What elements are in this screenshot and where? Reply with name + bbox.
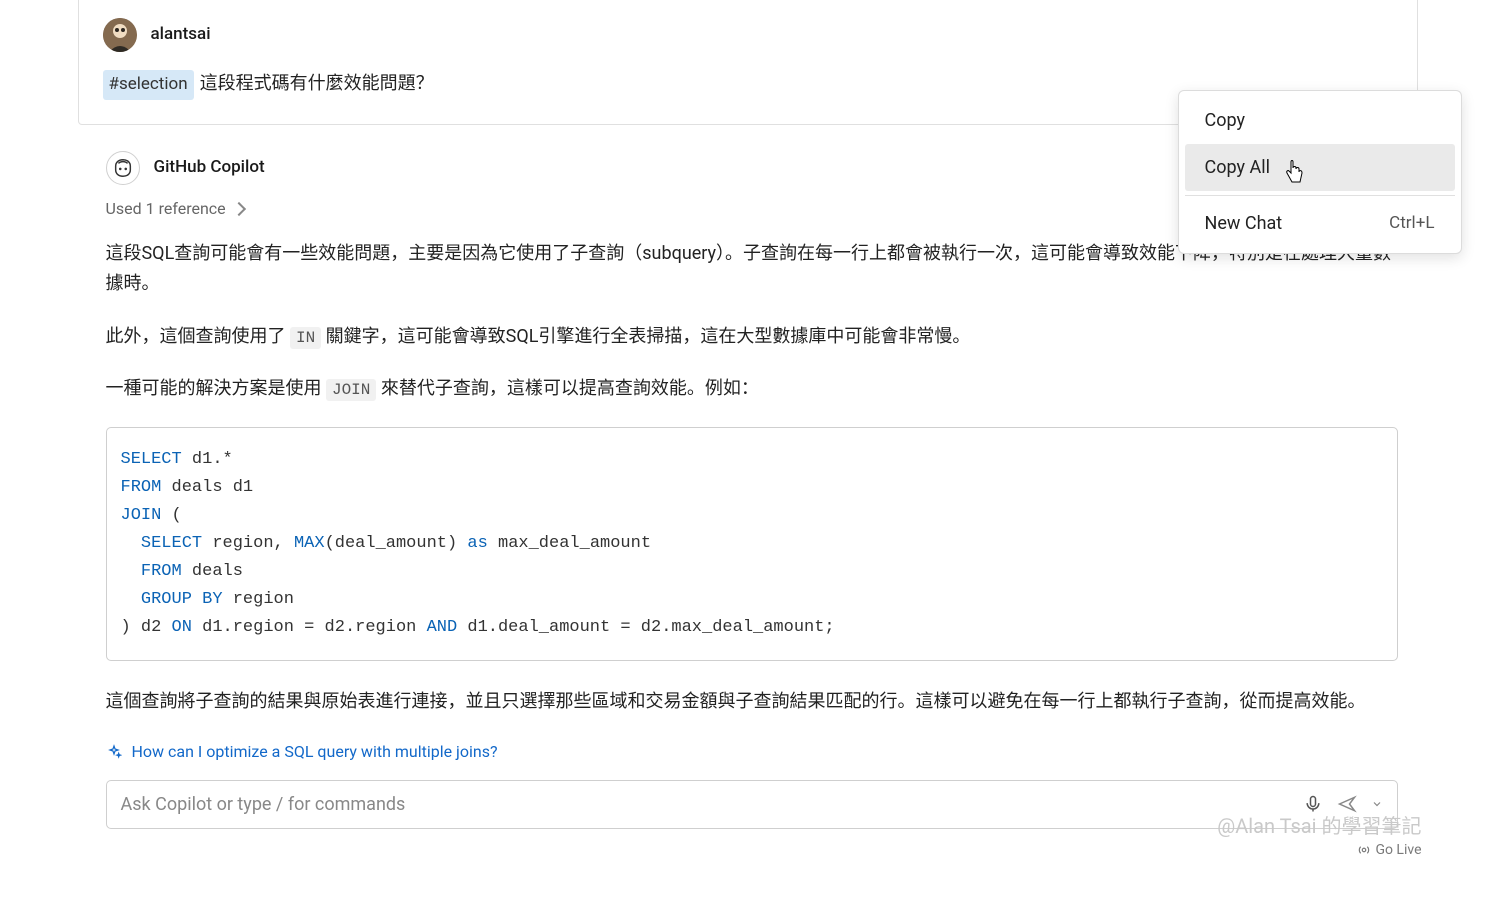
menu-item-copy[interactable]: Copy — [1185, 97, 1455, 144]
used-references-label: Used 1 reference — [106, 197, 226, 221]
selection-chip[interactable]: #selection — [103, 70, 194, 100]
inline-code-in: IN — [290, 327, 321, 349]
chat-input[interactable]: Ask Copilot or type / for commands — [106, 780, 1398, 829]
shortcut-label: Ctrl+L — [1389, 211, 1434, 237]
follow-up-text: How can I optimize a SQL query with mult… — [132, 740, 498, 764]
copilot-name: GitHub Copilot — [154, 155, 265, 181]
menu-item-copy-all[interactable]: Copy All — [1185, 144, 1455, 191]
sparkle-icon — [106, 744, 122, 760]
chat-input-placeholder: Ask Copilot or type / for commands — [121, 791, 1289, 818]
chevron-down-icon[interactable] — [1371, 798, 1383, 810]
inline-code-join: JOIN — [326, 379, 376, 401]
follow-up-suggestion[interactable]: How can I optimize a SQL query with mult… — [106, 740, 1398, 764]
response-paragraph-2: 此外，這個查詢使用了 IN 關鍵字，這可能會導致SQL引擎進行全表掃描，這在大型… — [106, 322, 1398, 353]
context-menu: Copy Copy All New Chat Ctrl+L — [1178, 90, 1462, 254]
broadcast-icon — [1357, 843, 1371, 857]
user-avatar — [103, 18, 137, 52]
menu-separator — [1185, 195, 1455, 196]
response-paragraph-4: 這個查詢將子查詢的結果與原始表進行連接，並且只選擇那些區域和交易金額與子查詢結果… — [106, 687, 1398, 718]
watermark-text: @Alan Tsai 的學習筆記 — [1217, 811, 1421, 841]
user-name: alantsai — [151, 22, 211, 48]
copilot-logo-icon — [106, 151, 140, 185]
chevron-right-icon — [232, 201, 246, 215]
user-header: alantsai — [103, 18, 1393, 52]
user-prompt-text: 這段程式碼有什麼效能問題？ — [200, 73, 434, 94]
response-paragraph-3: 一種可能的解決方案是使用 JOIN 來替代子查詢，這樣可以提高查詢效能。例如： — [106, 374, 1398, 405]
go-live-button[interactable]: Go Live — [1357, 840, 1421, 861]
menu-item-new-chat[interactable]: New Chat Ctrl+L — [1185, 200, 1455, 247]
sql-code-block[interactable]: SELECT d1.* FROM deals d1 JOIN ( SELECT … — [106, 427, 1398, 661]
